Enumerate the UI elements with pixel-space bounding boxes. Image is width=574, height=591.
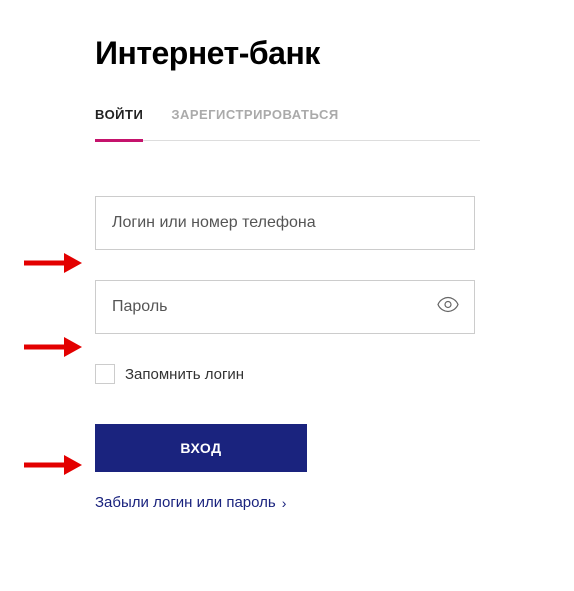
forgot-label: Забыли логин или пароль — [95, 494, 276, 511]
tab-login[interactable]: ВОЙТИ — [95, 107, 143, 140]
tab-underline — [95, 139, 143, 142]
page-title: Интернет-банк — [95, 35, 480, 72]
tab-register[interactable]: ЗАРЕГИСТРИРОВАТЬСЯ — [171, 107, 338, 140]
login-input-wrap — [95, 196, 475, 250]
password-input[interactable] — [95, 280, 475, 334]
remember-checkbox[interactable] — [95, 364, 115, 384]
remember-row: Запомнить логин — [95, 364, 480, 384]
submit-button[interactable]: ВХОД — [95, 424, 307, 472]
forgot-link[interactable]: Забыли логин или пароль › — [95, 494, 480, 511]
password-input-wrap — [95, 280, 475, 334]
login-form: Запомнить логин ВХОД Забыли логин или па… — [95, 196, 480, 511]
remember-label: Запомнить логин — [125, 366, 244, 383]
eye-icon[interactable] — [437, 297, 459, 318]
login-input[interactable] — [95, 196, 475, 250]
chevron-right-icon: › — [282, 495, 287, 511]
tabs: ВОЙТИ ЗАРЕГИСТРИРОВАТЬСЯ — [95, 107, 480, 141]
